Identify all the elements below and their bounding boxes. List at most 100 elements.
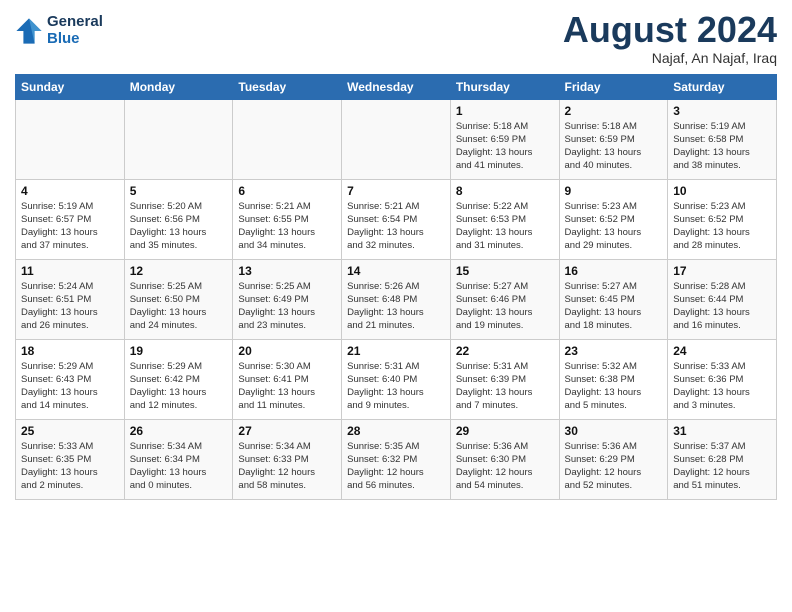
- day-info: Sunrise: 5:34 AM Sunset: 6:34 PM Dayligh…: [130, 440, 228, 493]
- page-container: General Blue August 2024 Najaf, An Najaf…: [0, 0, 792, 510]
- day-number: 18: [21, 344, 119, 358]
- location: Najaf, An Najaf, Iraq: [563, 50, 777, 66]
- calendar-cell: 28 Sunrise: 5:35 AM Sunset: 6:32 PM Dayli…: [342, 419, 451, 499]
- calendar-cell: [342, 99, 451, 179]
- day-info: Sunrise: 5:28 AM Sunset: 6:44 PM Dayligh…: [673, 280, 771, 333]
- day-number: 30: [565, 424, 663, 438]
- month-year: August 2024: [563, 10, 777, 50]
- day-info: Sunrise: 5:23 AM Sunset: 6:52 PM Dayligh…: [673, 200, 771, 253]
- day-number: 15: [456, 264, 554, 278]
- col-header-wednesday: Wednesday: [342, 74, 451, 99]
- day-info: Sunrise: 5:29 AM Sunset: 6:42 PM Dayligh…: [130, 360, 228, 413]
- day-info: Sunrise: 5:33 AM Sunset: 6:35 PM Dayligh…: [21, 440, 119, 493]
- day-number: 23: [565, 344, 663, 358]
- day-number: 9: [565, 184, 663, 198]
- calendar-cell: 23 Sunrise: 5:32 AM Sunset: 6:38 PM Dayli…: [559, 339, 668, 419]
- calendar-week-3: 11 Sunrise: 5:24 AM Sunset: 6:51 PM Dayli…: [16, 259, 777, 339]
- calendar-cell: 22 Sunrise: 5:31 AM Sunset: 6:39 PM Dayli…: [450, 339, 559, 419]
- day-info: Sunrise: 5:30 AM Sunset: 6:41 PM Dayligh…: [238, 360, 336, 413]
- calendar-cell: 15 Sunrise: 5:27 AM Sunset: 6:46 PM Dayli…: [450, 259, 559, 339]
- day-info: Sunrise: 5:32 AM Sunset: 6:38 PM Dayligh…: [565, 360, 663, 413]
- calendar-cell: [124, 99, 233, 179]
- logo-line1: General: [47, 14, 103, 31]
- day-number: 6: [238, 184, 336, 198]
- calendar-cell: 25Sunrise: 5:33 AM Sunset: 6:35 PM Dayli…: [16, 419, 125, 499]
- calendar-cell: 8 Sunrise: 5:22 AM Sunset: 6:53 PM Daylig…: [450, 179, 559, 259]
- day-number: 28: [347, 424, 445, 438]
- day-number: 22: [456, 344, 554, 358]
- calendar-cell: 20 Sunrise: 5:30 AM Sunset: 6:41 PM Dayli…: [233, 339, 342, 419]
- day-info: Sunrise: 5:33 AM Sunset: 6:36 PM Dayligh…: [673, 360, 771, 413]
- day-info: Sunrise: 5:22 AM Sunset: 6:53 PM Dayligh…: [456, 200, 554, 253]
- calendar-cell: 7 Sunrise: 5:21 AM Sunset: 6:54 PM Daylig…: [342, 179, 451, 259]
- day-info: Sunrise: 5:24 AM Sunset: 6:51 PM Dayligh…: [21, 280, 119, 333]
- calendar-week-2: 4 Sunrise: 5:19 AM Sunset: 6:57 PM Daylig…: [16, 179, 777, 259]
- calendar-cell: 30 Sunrise: 5:36 AM Sunset: 6:29 PM Dayli…: [559, 419, 668, 499]
- calendar-table: SundayMondayTuesdayWednesdayThursdayFrid…: [15, 74, 777, 500]
- day-number: 1: [456, 104, 554, 118]
- calendar-cell: [233, 99, 342, 179]
- day-number: 13: [238, 264, 336, 278]
- header: General Blue August 2024 Najaf, An Najaf…: [15, 10, 777, 66]
- logo: General Blue: [15, 14, 103, 47]
- calendar-cell: 12Sunrise: 5:25 AM Sunset: 6:50 PM Dayli…: [124, 259, 233, 339]
- day-info: Sunrise: 5:36 AM Sunset: 6:30 PM Dayligh…: [456, 440, 554, 493]
- day-number: 16: [565, 264, 663, 278]
- title-area: August 2024 Najaf, An Najaf, Iraq: [563, 10, 777, 66]
- day-info: Sunrise: 5:27 AM Sunset: 6:45 PM Dayligh…: [565, 280, 663, 333]
- day-info: Sunrise: 5:26 AM Sunset: 6:48 PM Dayligh…: [347, 280, 445, 333]
- day-number: 8: [456, 184, 554, 198]
- col-header-tuesday: Tuesday: [233, 74, 342, 99]
- day-number: 17: [673, 264, 771, 278]
- calendar-cell: 14Sunrise: 5:26 AM Sunset: 6:48 PM Dayli…: [342, 259, 451, 339]
- calendar-cell: 19 Sunrise: 5:29 AM Sunset: 6:42 PM Dayli…: [124, 339, 233, 419]
- calendar-week-5: 25Sunrise: 5:33 AM Sunset: 6:35 PM Dayli…: [16, 419, 777, 499]
- day-info: Sunrise: 5:21 AM Sunset: 6:54 PM Dayligh…: [347, 200, 445, 253]
- day-info: Sunrise: 5:19 AM Sunset: 6:57 PM Dayligh…: [21, 200, 119, 253]
- day-number: 2: [565, 104, 663, 118]
- calendar-cell: 24Sunrise: 5:33 AM Sunset: 6:36 PM Dayli…: [668, 339, 777, 419]
- day-info: Sunrise: 5:31 AM Sunset: 6:40 PM Dayligh…: [347, 360, 445, 413]
- calendar-cell: 17 Sunrise: 5:28 AM Sunset: 6:44 PM Dayli…: [668, 259, 777, 339]
- calendar-cell: 6 Sunrise: 5:21 AM Sunset: 6:55 PM Daylig…: [233, 179, 342, 259]
- calendar-cell: 4 Sunrise: 5:19 AM Sunset: 6:57 PM Daylig…: [16, 179, 125, 259]
- calendar-cell: 5 Sunrise: 5:20 AM Sunset: 6:56 PM Daylig…: [124, 179, 233, 259]
- calendar-header-row: SundayMondayTuesdayWednesdayThursdayFrid…: [16, 74, 777, 99]
- day-number: 4: [21, 184, 119, 198]
- day-number: 5: [130, 184, 228, 198]
- calendar-cell: [16, 99, 125, 179]
- calendar-cell: 3Sunrise: 5:19 AM Sunset: 6:58 PM Daylig…: [668, 99, 777, 179]
- day-number: 27: [238, 424, 336, 438]
- day-number: 7: [347, 184, 445, 198]
- calendar-week-4: 18 Sunrise: 5:29 AM Sunset: 6:43 PM Dayli…: [16, 339, 777, 419]
- day-info: Sunrise: 5:29 AM Sunset: 6:43 PM Dayligh…: [21, 360, 119, 413]
- calendar-cell: 29 Sunrise: 5:36 AM Sunset: 6:30 PM Dayli…: [450, 419, 559, 499]
- day-number: 11: [21, 264, 119, 278]
- day-info: Sunrise: 5:35 AM Sunset: 6:32 PM Dayligh…: [347, 440, 445, 493]
- day-info: Sunrise: 5:21 AM Sunset: 6:55 PM Dayligh…: [238, 200, 336, 253]
- day-number: 21: [347, 344, 445, 358]
- day-info: Sunrise: 5:37 AM Sunset: 6:28 PM Dayligh…: [673, 440, 771, 493]
- day-number: 26: [130, 424, 228, 438]
- calendar-cell: 21 Sunrise: 5:31 AM Sunset: 6:40 PM Dayli…: [342, 339, 451, 419]
- col-header-saturday: Saturday: [668, 74, 777, 99]
- day-info: Sunrise: 5:31 AM Sunset: 6:39 PM Dayligh…: [456, 360, 554, 413]
- day-info: Sunrise: 5:36 AM Sunset: 6:29 PM Dayligh…: [565, 440, 663, 493]
- calendar-cell: 31Sunrise: 5:37 AM Sunset: 6:28 PM Dayli…: [668, 419, 777, 499]
- calendar-cell: 9Sunrise: 5:23 AM Sunset: 6:52 PM Daylig…: [559, 179, 668, 259]
- calendar-cell: 18 Sunrise: 5:29 AM Sunset: 6:43 PM Dayli…: [16, 339, 125, 419]
- day-info: Sunrise: 5:34 AM Sunset: 6:33 PM Dayligh…: [238, 440, 336, 493]
- day-number: 3: [673, 104, 771, 118]
- day-number: 12: [130, 264, 228, 278]
- calendar-cell: 2 Sunrise: 5:18 AM Sunset: 6:59 PM Daylig…: [559, 99, 668, 179]
- day-number: 29: [456, 424, 554, 438]
- day-info: Sunrise: 5:20 AM Sunset: 6:56 PM Dayligh…: [130, 200, 228, 253]
- calendar-cell: 26 Sunrise: 5:34 AM Sunset: 6:34 PM Dayli…: [124, 419, 233, 499]
- day-info: Sunrise: 5:27 AM Sunset: 6:46 PM Dayligh…: [456, 280, 554, 333]
- day-number: 19: [130, 344, 228, 358]
- day-info: Sunrise: 5:25 AM Sunset: 6:49 PM Dayligh…: [238, 280, 336, 333]
- day-number: 20: [238, 344, 336, 358]
- day-info: Sunrise: 5:18 AM Sunset: 6:59 PM Dayligh…: [565, 120, 663, 173]
- calendar-cell: 1Sunrise: 5:18 AM Sunset: 6:59 PM Daylig…: [450, 99, 559, 179]
- col-header-monday: Monday: [124, 74, 233, 99]
